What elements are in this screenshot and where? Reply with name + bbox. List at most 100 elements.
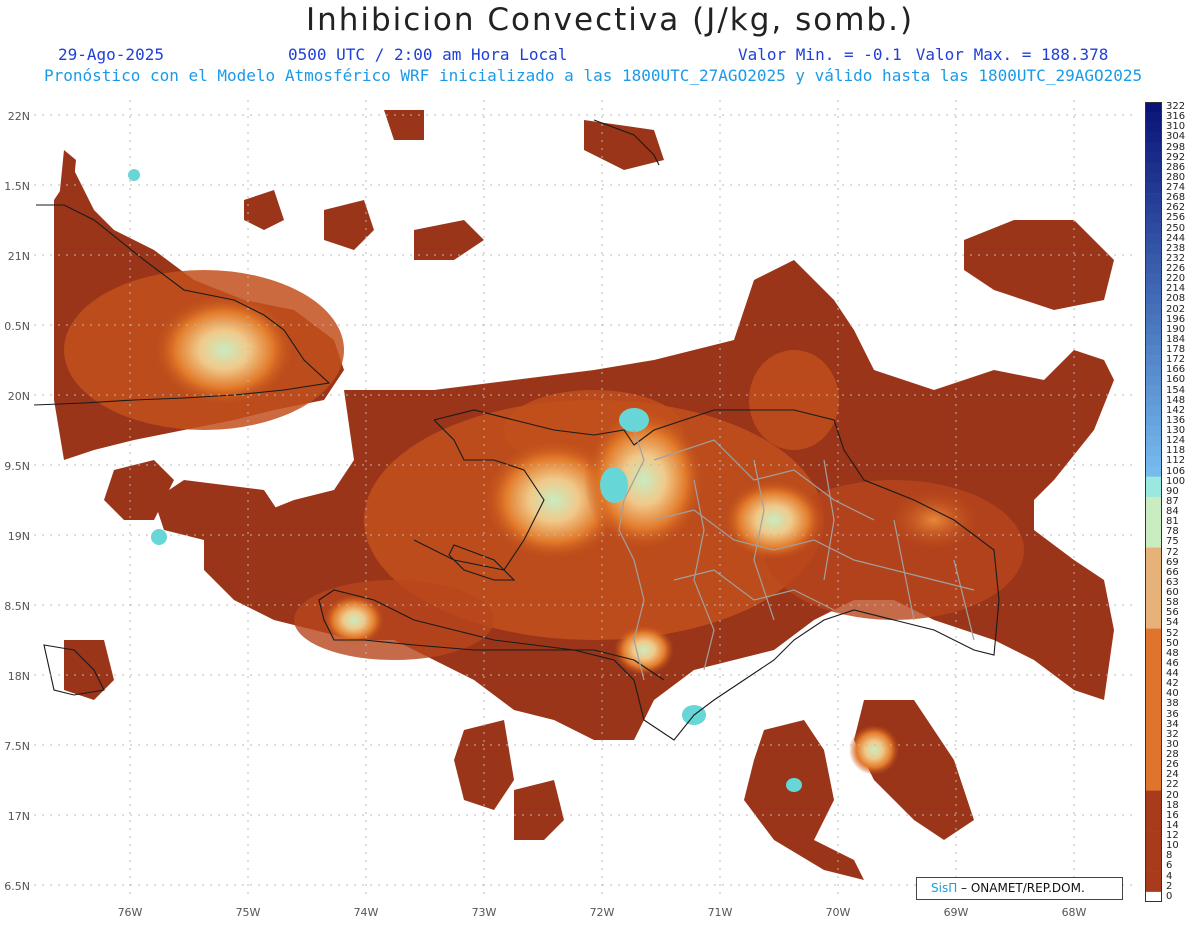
colorbar-swatch	[1145, 132, 1162, 143]
colorbar-swatch	[1145, 881, 1162, 893]
lon-label: 70W	[825, 906, 851, 919]
colorbar-swatch	[1145, 456, 1162, 467]
colorbar-swatch	[1145, 365, 1162, 376]
colorbar-swatch	[1145, 314, 1162, 326]
model-info: Pronóstico con el Modelo Atmosférico WRF…	[44, 66, 1143, 85]
colorbar-swatch	[1145, 375, 1162, 386]
colorbar-swatch	[1145, 243, 1162, 255]
colorbar-swatch	[1145, 486, 1162, 498]
colorbar-swatch	[1145, 436, 1162, 447]
forecast-time: 0500 UTC / 2:00 am Hora Local	[288, 45, 568, 64]
colorbar-swatch	[1145, 355, 1162, 366]
colorbar-swatch	[1145, 476, 1162, 488]
colorbar-swatch	[1145, 567, 1162, 579]
colorbar-swatch	[1145, 608, 1162, 619]
colorbar-swatch	[1145, 415, 1162, 427]
credit-text: – ONAMET/REP.DOM.	[957, 881, 1085, 895]
colorbar-swatch	[1145, 223, 1162, 234]
lat-label: 20N	[7, 390, 30, 403]
colorbar	[1145, 102, 1162, 902]
colorbar-swatch	[1145, 122, 1162, 133]
lat-label: 21N	[7, 250, 30, 263]
lat-label: 6.5N	[4, 880, 30, 893]
colorbar-swatch	[1145, 152, 1162, 164]
lon-label: 76W	[117, 906, 143, 919]
lon-label: 73W	[471, 906, 497, 919]
colorbar-swatch	[1145, 102, 1162, 113]
colorbar-swatch	[1145, 739, 1162, 751]
colorbar-swatch	[1145, 172, 1162, 184]
colorbar-swatch	[1145, 334, 1162, 346]
colorbar-swatch	[1145, 507, 1162, 518]
colorbar-swatch	[1145, 719, 1162, 731]
colorbar-swatch	[1145, 699, 1162, 710]
credit-box: SisΠ – ONAMET/REP.DOM.	[916, 877, 1123, 900]
colorbar-swatch	[1145, 426, 1162, 437]
colorbar-swatch	[1145, 790, 1162, 802]
colorbar-label: 54	[1166, 617, 1179, 629]
colorbar-swatch	[1145, 284, 1162, 295]
colorbar-swatch	[1145, 395, 1162, 407]
colorbar-swatch	[1145, 588, 1162, 599]
lat-label: 1.5N	[4, 180, 30, 193]
colorbar-swatch	[1145, 770, 1162, 781]
colorbar-swatch	[1145, 345, 1162, 356]
colorbar-label: 160	[1166, 374, 1186, 386]
colorbar-label: 38	[1166, 698, 1179, 710]
colorbar-swatch	[1145, 658, 1162, 670]
colorbar-swatch	[1145, 780, 1162, 791]
colorbar-swatch	[1145, 233, 1162, 245]
lat-label: 22N	[7, 110, 30, 123]
colorbar-swatch	[1145, 689, 1162, 700]
map-panel	[34, 100, 1134, 900]
lat-label: 18N	[7, 670, 30, 683]
colorbar-swatch	[1145, 810, 1162, 822]
colorbar-label: 112	[1166, 455, 1186, 467]
colorbar-swatch	[1145, 638, 1162, 650]
cin-field-map	[34, 100, 1134, 900]
colorbar-swatch	[1145, 193, 1162, 204]
colorbar-swatch	[1145, 324, 1162, 336]
colorbar-swatch	[1145, 618, 1162, 629]
colorbar-swatch	[1145, 729, 1162, 741]
colorbar-swatch	[1145, 213, 1162, 224]
lon-label: 71W	[707, 906, 733, 919]
colorbar-swatch	[1145, 527, 1162, 538]
min-value: Valor Min. = -0.1	[738, 45, 902, 64]
colorbar-swatch	[1145, 203, 1162, 214]
colorbar-swatch	[1145, 112, 1162, 123]
colorbar-swatch	[1145, 405, 1162, 417]
colorbar-label: 304	[1166, 131, 1186, 143]
colorbar-swatch	[1145, 679, 1162, 690]
value-range: Valor Min. = -0.1 Valor Max. = 188.378	[738, 45, 1108, 64]
colorbar-swatch	[1145, 162, 1162, 174]
colorbar-swatch	[1145, 841, 1162, 852]
colorbar-swatch	[1145, 557, 1162, 569]
colorbar-swatch	[1145, 517, 1162, 528]
colorbar-label: 0	[1166, 890, 1173, 902]
lat-label: 7.5N	[4, 740, 30, 753]
colorbar-swatch	[1145, 820, 1162, 832]
lon-label: 69W	[943, 906, 969, 919]
lon-label: 75W	[235, 906, 261, 919]
colorbar-swatch	[1145, 871, 1162, 883]
lat-label: 9.5N	[4, 460, 30, 473]
colorbar-swatch	[1145, 183, 1162, 194]
colorbar-swatch	[1145, 750, 1162, 761]
colorbar-swatch	[1145, 851, 1162, 862]
colorbar-swatch	[1145, 831, 1162, 842]
colorbar-swatch	[1145, 253, 1162, 265]
colorbar-swatch	[1145, 446, 1162, 457]
colorbar-swatch	[1145, 669, 1162, 680]
colorbar-swatch	[1145, 466, 1162, 477]
colorbar-swatch	[1145, 800, 1162, 812]
lon-label: 68W	[1061, 906, 1087, 919]
sis-logo: SisΠ	[931, 881, 958, 895]
colorbar-swatch	[1145, 628, 1162, 640]
colorbar-swatch	[1145, 547, 1162, 558]
colorbar-swatch	[1145, 264, 1162, 275]
colorbar-label: 75	[1166, 536, 1179, 548]
colorbar-swatch	[1145, 648, 1162, 660]
max-value: Valor Max. = 188.378	[915, 45, 1109, 64]
colorbar-label: 208	[1166, 293, 1186, 305]
